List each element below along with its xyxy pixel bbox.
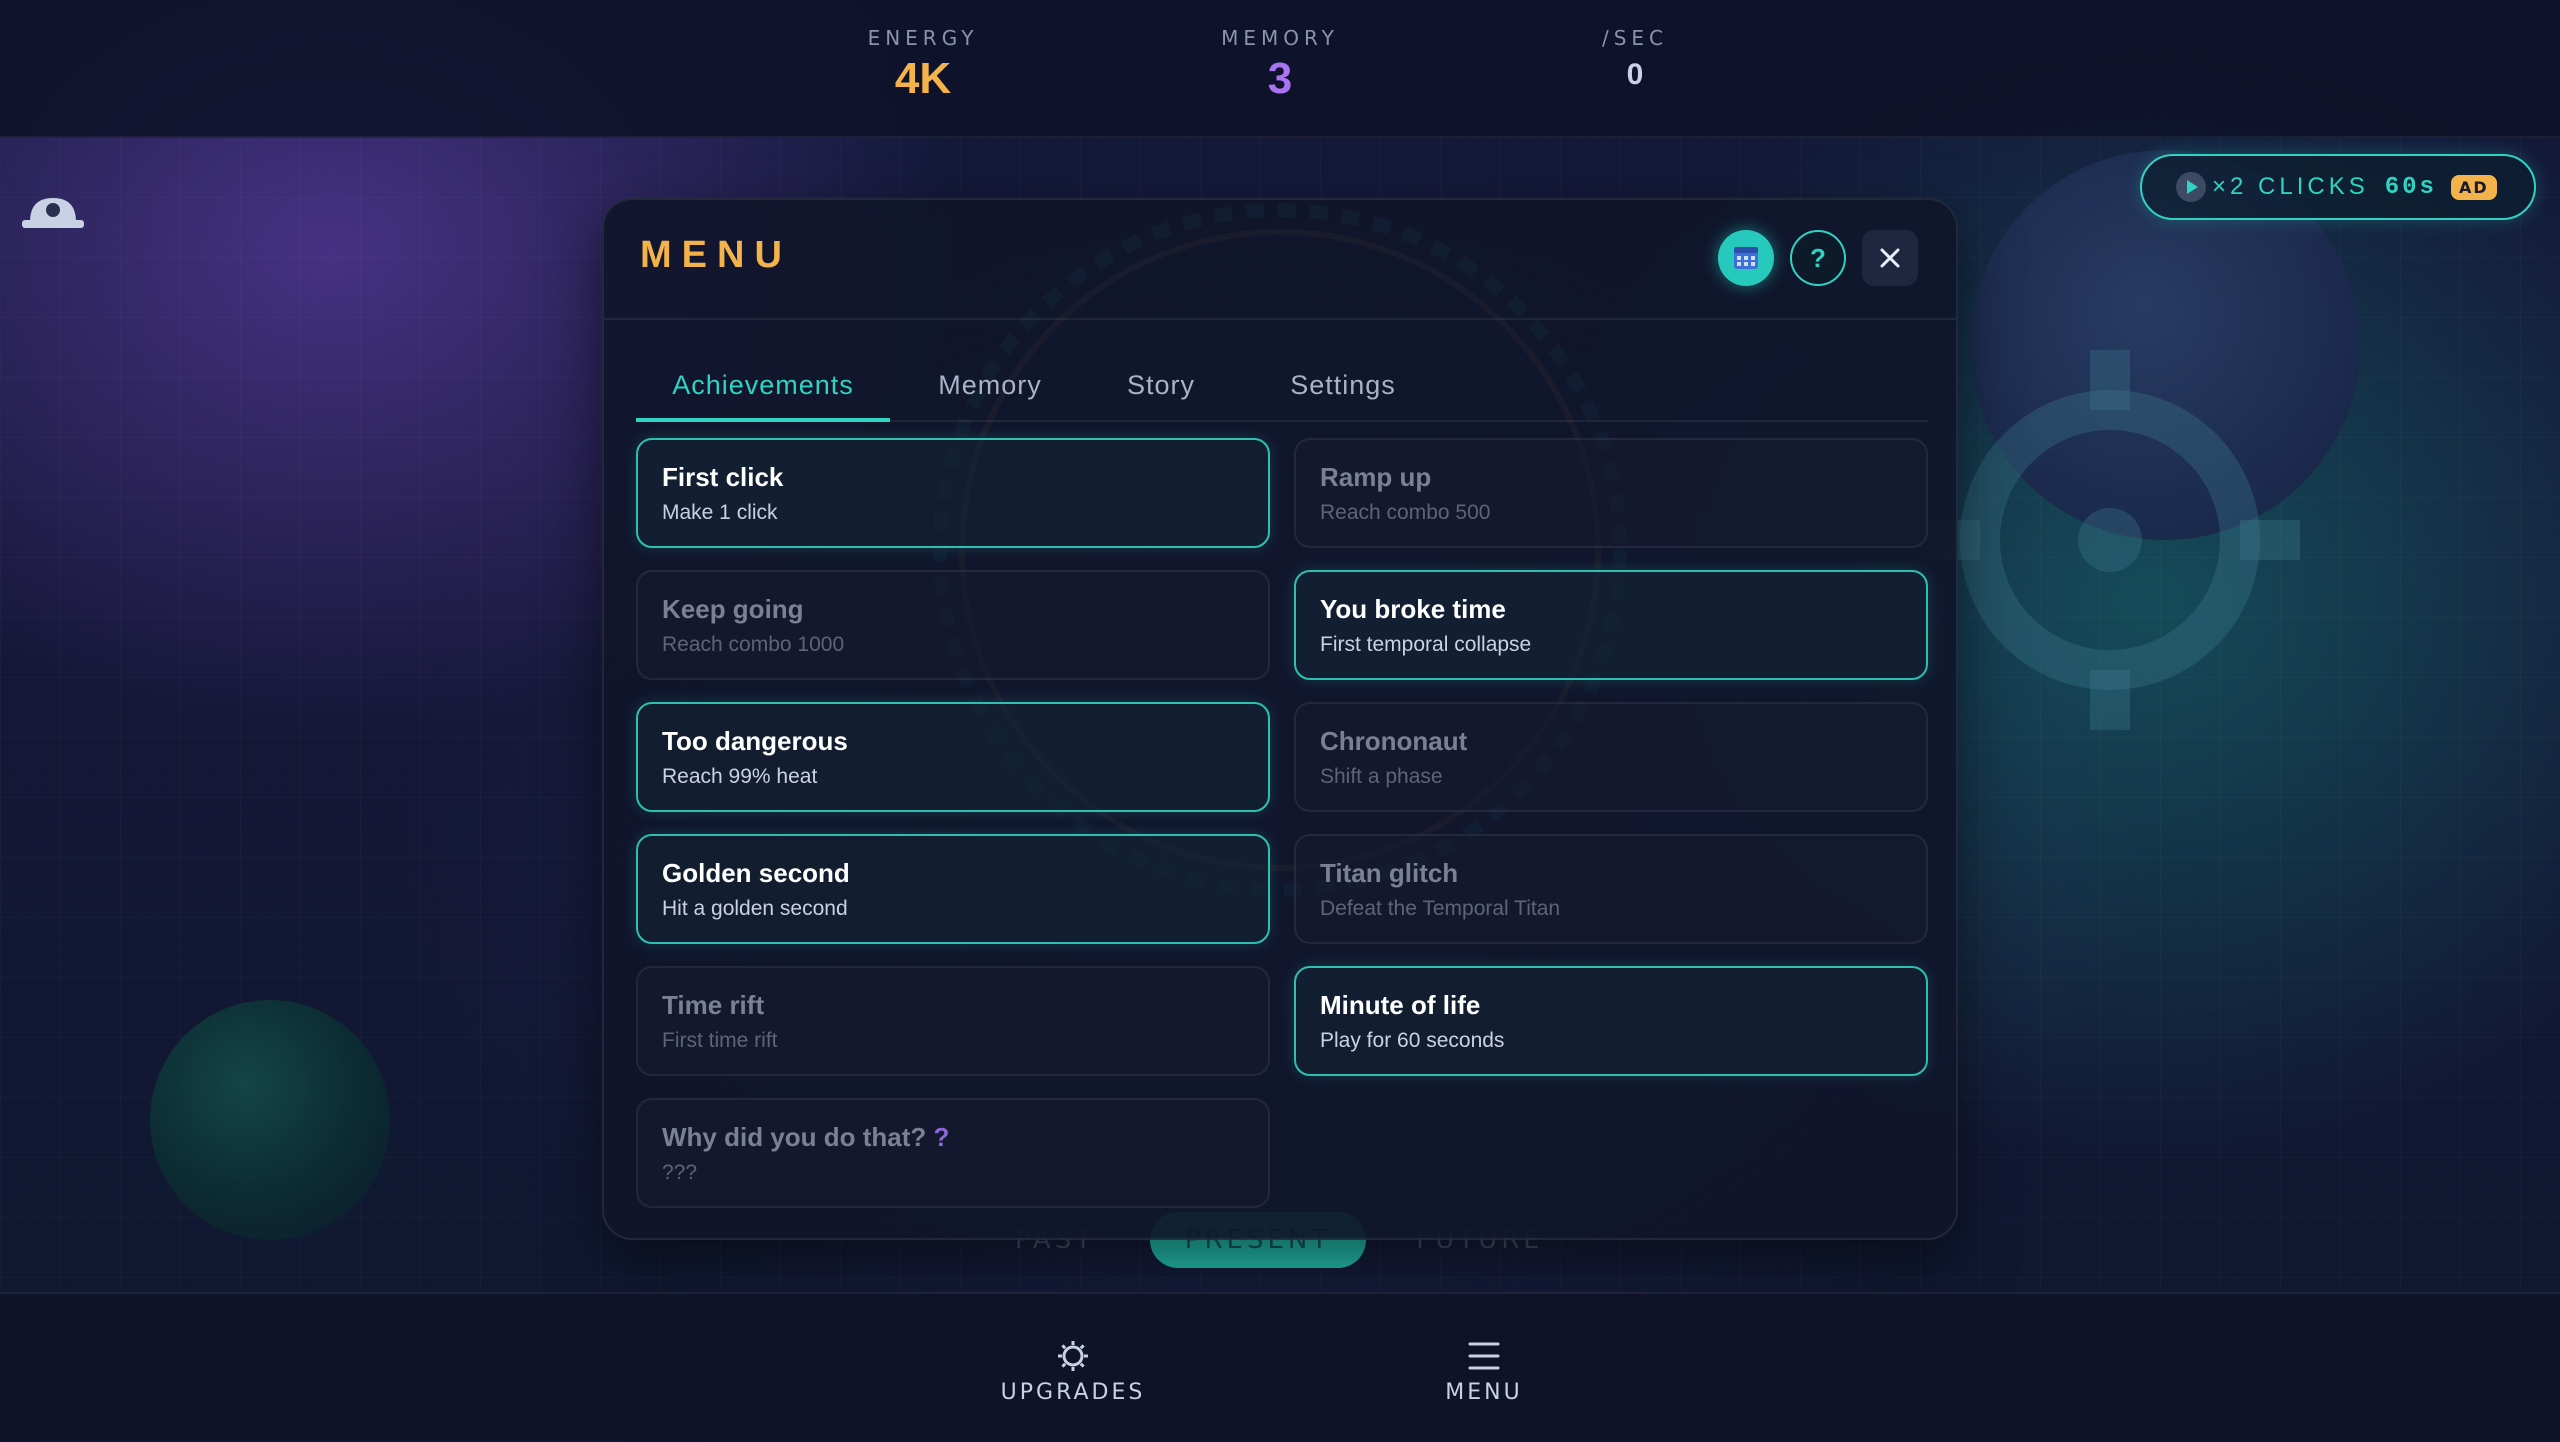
achievement-desc: First temporal collapse xyxy=(1320,633,1532,656)
tab-achievements[interactable]: Achievements xyxy=(636,350,890,422)
boost-label: ×2 CLICKS xyxy=(2212,173,2369,200)
achievement-title: Minute of life xyxy=(1320,990,1481,1020)
achievement-card-first-click: First click Make 1 click xyxy=(636,438,1270,548)
achievement-title: Too dangerous xyxy=(662,726,848,756)
achievement-card-why-did-you-do-that: Why did you do that? ? ??? xyxy=(636,1098,1270,1208)
close-icon xyxy=(1880,248,1900,268)
achievement-title: Chrononaut xyxy=(1320,726,1468,756)
memory-label: MEMORY xyxy=(1221,26,1339,50)
help-button[interactable]: ? xyxy=(1790,230,1846,286)
achievement-title: Why did you do that? xyxy=(662,1122,927,1152)
hamburger-icon xyxy=(1468,1342,1500,1370)
achievement-desc: Make 1 click xyxy=(662,501,778,524)
tab-story[interactable]: Story xyxy=(1096,350,1226,420)
menu-tabs: Achievements Memory Story Settings xyxy=(636,350,1928,422)
achievement-title: Golden second xyxy=(662,858,850,888)
tab-settings[interactable]: Settings xyxy=(1250,350,1436,420)
achievement-card-titan-glitch: Titan glitch Defeat the Temporal Titan xyxy=(1294,834,1928,944)
achievement-card-ramp-up: Ramp up Reach combo 500 xyxy=(1294,438,1928,548)
memory-stat: MEMORY 3 xyxy=(1160,26,1400,104)
achievement-desc: Hit a golden second xyxy=(662,897,848,920)
helmet-icon[interactable] xyxy=(22,192,84,230)
bottom-nav-bar: UPGRADES MENU xyxy=(0,1292,2560,1442)
achievement-title: Ramp up xyxy=(1320,462,1432,492)
calendar-icon xyxy=(1734,247,1758,269)
menu-button[interactable]: MENU xyxy=(1374,1334,1594,1405)
help-icon: ? xyxy=(1810,243,1826,273)
ad-badge: AD xyxy=(2450,174,2497,200)
background-gear-icon xyxy=(1920,350,2300,730)
achievement-desc: Reach combo 500 xyxy=(1320,501,1491,524)
achievement-card-golden-second: Golden second Hit a golden second xyxy=(636,834,1270,944)
menu-modal: MENU ? Achievements Memory Story Setting… xyxy=(602,198,1958,1240)
close-button[interactable] xyxy=(1862,230,1918,286)
boost-seconds: 60s xyxy=(2384,173,2437,201)
modal-title: MENU xyxy=(640,234,792,276)
per-sec-value: 0 xyxy=(1626,58,1644,91)
achievement-desc: Play for 60 seconds xyxy=(1320,1029,1505,1052)
achievement-title: Titan glitch xyxy=(1320,858,1459,888)
achievement-card-minute-of-life: Minute of life Play for 60 seconds xyxy=(1294,966,1928,1076)
achievement-card-chrononaut: Chrononaut Shift a phase xyxy=(1294,702,1928,812)
background-orb-left xyxy=(150,1000,390,1240)
achievement-card-time-rift: Time rift First time rift xyxy=(636,966,1270,1076)
calendar-button[interactable] xyxy=(1718,230,1774,286)
upgrades-button[interactable]: UPGRADES xyxy=(963,1334,1183,1405)
modal-header: MENU ? xyxy=(604,200,1956,320)
energy-value: 4K xyxy=(894,54,952,103)
achievement-title: Time rift xyxy=(662,990,765,1020)
double-clicks-ad-button[interactable]: ×2 CLICKS 60s AD xyxy=(2140,154,2536,220)
upgrades-label: UPGRADES xyxy=(1000,1380,1146,1405)
memory-value: 3 xyxy=(1267,54,1293,103)
per-sec-label: /SEC xyxy=(1601,26,1669,50)
achievement-title: Keep going xyxy=(662,594,804,624)
achievement-desc: ??? xyxy=(662,1161,698,1184)
achievement-card-too-dangerous: Too dangerous Reach 99% heat xyxy=(636,702,1270,812)
achievement-desc: Shift a phase xyxy=(1320,765,1443,788)
top-stats-bar: ENERGY 4K MEMORY 3 /SEC 0 xyxy=(0,0,2560,138)
achievement-card-keep-going: Keep going Reach combo 1000 xyxy=(636,570,1270,680)
tab-memory[interactable]: Memory xyxy=(910,350,1070,420)
achievement-desc: Reach 99% heat xyxy=(662,765,818,788)
play-icon xyxy=(2176,172,2206,202)
menu-label: MENU xyxy=(1445,1380,1523,1405)
achievement-title: You broke time xyxy=(1320,594,1506,624)
energy-stat: ENERGY 4K xyxy=(803,26,1043,104)
per-sec-stat: /SEC 0 xyxy=(1515,26,1755,92)
achievement-desc: Defeat the Temporal Titan xyxy=(1320,897,1561,920)
achievement-desc: First time rift xyxy=(662,1029,778,1052)
energy-label: ENERGY xyxy=(867,26,979,50)
achievement-card-you-broke-time: You broke time First temporal collapse xyxy=(1294,570,1928,680)
hidden-achievement-mark: ? xyxy=(933,1122,950,1152)
gear-icon xyxy=(1058,1341,1088,1371)
achievement-title: First click xyxy=(662,462,784,492)
achievement-title-wrap: Why did you do that? ? xyxy=(662,1122,1244,1153)
achievement-desc: Reach combo 1000 xyxy=(662,633,845,656)
